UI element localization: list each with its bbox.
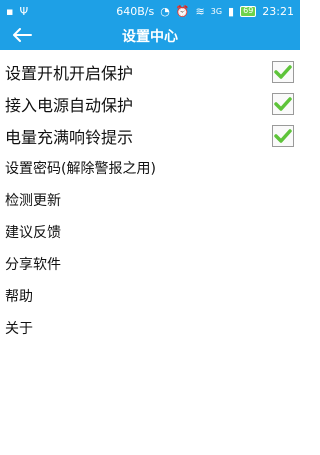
signal-icon: ▮ [228,4,235,18]
power-protect-checkbox[interactable] [272,93,294,115]
setting-label: 分享软件 [5,257,61,273]
check-icon [274,129,292,143]
battery-icon: 69 [240,5,257,17]
setting-feedback[interactable]: 建议反馈 [0,216,300,248]
wifi-icon: ≋ [195,4,205,18]
arrow-left-icon [12,27,32,46]
setting-label: 关于 [5,321,33,337]
clock-time: 23:21 [262,4,294,18]
network-speed: 640B/s [116,4,155,18]
setting-full-charge-alert[interactable]: 电量充满响铃提示 [0,120,300,152]
check-icon [274,97,292,111]
setting-label: 设置开机开启保护 [5,64,134,83]
full-charge-alert-checkbox[interactable] [272,125,294,147]
setting-label: 建议反馈 [5,225,61,241]
boot-protect-checkbox[interactable] [272,61,294,83]
clock-icon: ◔ [160,4,170,18]
status-bar: ▪ Ψ 640B/s ◔ ⏰ ≋ 3G ▮ 69 23:21 [0,0,300,22]
setting-help[interactable]: 帮助 [0,280,300,312]
setting-share[interactable]: 分享软件 [0,248,300,280]
notification-icon: ▪ [6,4,14,18]
back-button[interactable] [10,26,34,46]
setting-label: 设置密码(解除警报之用) [5,161,156,177]
settings-list: 设置开机开启保护 接入电源自动保护 电量充满响铃提示 设置密码(解除警报之用) … [0,56,300,344]
app-bar: 设置中心 [0,22,300,50]
check-icon [274,65,292,79]
page-title: 设置中心 [122,29,178,45]
network-type: 3G [210,6,223,16]
battery-level: 69 [243,6,254,15]
setting-label: 电量充满响铃提示 [5,128,134,147]
setting-power-protect[interactable]: 接入电源自动保护 [0,88,300,120]
setting-label: 检测更新 [5,193,61,209]
alarm-icon: ⏰ [175,4,190,18]
setting-about[interactable]: 关于 [0,312,300,344]
usb-icon: Ψ [19,4,29,18]
setting-check-update[interactable]: 检测更新 [0,184,300,216]
status-bar-right: 640B/s ◔ ⏰ ≋ 3G ▮ 69 23:21 [116,5,294,18]
status-bar-left: ▪ Ψ [6,6,28,17]
setting-password[interactable]: 设置密码(解除警报之用) [0,152,300,184]
setting-label: 帮助 [5,289,33,305]
setting-label: 接入电源自动保护 [5,96,134,115]
setting-boot-protect[interactable]: 设置开机开启保护 [0,56,300,88]
